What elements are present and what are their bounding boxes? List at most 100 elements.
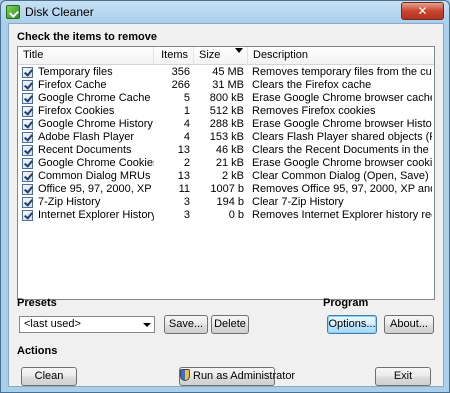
window-title: Disk Cleaner <box>25 5 94 19</box>
item-size: 2 kB <box>221 170 244 182</box>
item-title: 7-Zip History <box>38 196 101 208</box>
about-button[interactable]: About... <box>384 315 434 334</box>
item-size: 800 kB <box>209 92 244 104</box>
item-description: Clears the Firefox cache <box>252 79 372 91</box>
exit-button[interactable]: Exit <box>375 367 431 386</box>
item-size: 31 MB <box>212 79 244 91</box>
close-button[interactable]: ✕ <box>401 2 444 20</box>
column-header-size-label: Size <box>199 49 221 61</box>
preset-dropdown[interactable]: <last used> <box>19 316 155 333</box>
item-count: 11 <box>178 183 190 195</box>
app-window: Disk Cleaner ✕ Check the items to remove… <box>0 0 450 393</box>
item-count: 2 <box>183 157 190 169</box>
item-description: Clears Flash Player shared objects (Flas… <box>252 131 432 143</box>
delete-preset-button[interactable]: Delete <box>211 315 249 334</box>
item-size: 512 kB <box>209 105 244 117</box>
list-item[interactable]: Firefox Cookies 1 512 kB Removes Firefox co… <box>18 105 434 118</box>
item-checkbox[interactable] <box>22 210 33 221</box>
item-count: 4 <box>183 131 190 143</box>
item-count: 13 <box>177 144 190 156</box>
item-size: 1007 b <box>210 183 244 195</box>
list-item[interactable]: Temporary files 356 45 MB Removes temporary… <box>18 66 434 79</box>
item-title: Office 95, 97, 2000, XP ... <box>38 183 154 195</box>
uac-shield-icon <box>180 369 190 381</box>
item-checkbox[interactable] <box>22 184 33 195</box>
item-title: Google Chrome Cookies <box>38 157 154 169</box>
preset-dropdown-value: <last used> <box>24 318 81 330</box>
run-as-administrator-label: Run as Administrator <box>193 370 296 382</box>
item-title: Temporary files <box>38 66 113 78</box>
item-title: Firefox Cache <box>38 79 107 91</box>
item-description: Clears the Recent Documents in the Start… <box>252 144 432 156</box>
item-description: Removes Internet Explorer history record… <box>252 209 432 221</box>
list-item[interactable]: Firefox Cache 266 31 MB Clears the Firefox … <box>18 79 434 92</box>
list-item[interactable]: Internet Explorer History 3 0 b Removes Int… <box>18 209 434 222</box>
clean-button[interactable]: Clean <box>21 367 77 386</box>
title-bar[interactable]: Disk Cleaner ✕ <box>1 1 449 23</box>
item-title: Google Chrome History <box>38 118 153 130</box>
item-count: 5 <box>183 92 190 104</box>
item-count: 13 <box>177 170 190 182</box>
list-item[interactable]: Recent Documents 13 46 kB Clears the Recent… <box>18 144 434 157</box>
list-heading: Check the items to remove <box>17 31 157 43</box>
presets-heading: Presets <box>17 297 57 309</box>
list-item[interactable]: Google Chrome History 4 288 kB Erase Google… <box>18 118 434 131</box>
item-description: Removes Office 95, 97, 2000, XP and 200.… <box>252 183 432 195</box>
item-description: Erase Google Chrome browser cookies <box>252 157 432 169</box>
client-area: Check the items to remove Title Items Si… <box>8 23 444 387</box>
item-checkbox[interactable] <box>22 197 33 208</box>
item-description: Clear Common Dialog (Open, Save) most r.… <box>252 170 432 182</box>
column-header-description[interactable]: Description <box>248 47 434 65</box>
item-title: Adobe Flash Player <box>38 131 134 143</box>
item-checkbox[interactable] <box>22 67 33 78</box>
item-description: Clear 7-Zip History <box>252 196 344 208</box>
item-size: 45 MB <box>212 66 244 78</box>
item-title: Recent Documents <box>38 144 132 156</box>
item-checkbox[interactable] <box>22 171 33 182</box>
item-checkbox[interactable] <box>22 106 33 117</box>
chevron-down-icon[interactable] <box>139 317 154 332</box>
column-header-size[interactable]: Size <box>194 47 248 65</box>
column-header-title[interactable]: Title <box>18 47 154 65</box>
item-title: Firefox Cookies <box>38 105 115 117</box>
item-checkbox[interactable] <box>22 158 33 169</box>
item-count: 3 <box>183 196 190 208</box>
item-title: Google Chrome Cache <box>38 92 151 104</box>
item-checkbox[interactable] <box>22 93 33 104</box>
disk-cleaner-app-icon <box>6 5 20 19</box>
options-button[interactable]: Options... <box>327 315 377 334</box>
program-heading: Program <box>323 297 369 309</box>
item-checkbox[interactable] <box>22 119 33 130</box>
column-header-items[interactable]: Items <box>154 47 194 65</box>
list-rows: Temporary files 356 45 MB Removes temporary… <box>18 66 434 222</box>
item-title: Common Dialog MRUs <box>38 170 151 182</box>
item-count: 266 <box>171 79 190 91</box>
list-item[interactable]: Common Dialog MRUs 13 2 kB Clear Common Dia… <box>18 170 434 183</box>
item-count: 1 <box>183 105 190 117</box>
list-header: Title Items Size Description <box>18 47 434 65</box>
save-preset-button[interactable]: Save... <box>164 315 208 334</box>
item-description: Removes temporary files from the current… <box>252 66 432 78</box>
list-item[interactable]: Adobe Flash Player 4 153 kB Clears Flash Pl… <box>18 131 434 144</box>
item-count: 356 <box>171 66 190 78</box>
item-size: 21 kB <box>215 157 244 169</box>
item-count: 4 <box>183 118 190 130</box>
list-item[interactable]: Google Chrome Cache 5 800 kB Erase Google C… <box>18 92 434 105</box>
item-size: 0 b <box>228 209 244 221</box>
item-count: 3 <box>183 209 190 221</box>
sort-descending-icon <box>235 48 243 53</box>
run-as-administrator-button[interactable]: Run as Administrator <box>179 367 295 386</box>
list-item[interactable]: 7-Zip History 3 194 b Clear 7-Zip History <box>18 196 434 209</box>
item-checkbox[interactable] <box>22 80 33 91</box>
cleaner-items-list[interactable]: Title Items Size Description Temporary f… <box>17 46 435 300</box>
item-size: 153 kB <box>209 131 244 143</box>
item-size: 46 kB <box>215 144 244 156</box>
item-description: Erase Google Chrome browser History <box>252 118 432 130</box>
item-title: Internet Explorer History <box>38 209 154 221</box>
item-checkbox[interactable] <box>22 132 33 143</box>
item-checkbox[interactable] <box>22 145 33 156</box>
list-item[interactable]: Google Chrome Cookies 2 21 kB Erase Google … <box>18 157 434 170</box>
item-description: Erase Google Chrome browser cache <box>252 92 432 104</box>
list-item[interactable]: Office 95, 97, 2000, XP ... 11 1007 b Remov… <box>18 183 434 196</box>
item-size: 288 kB <box>209 118 244 130</box>
